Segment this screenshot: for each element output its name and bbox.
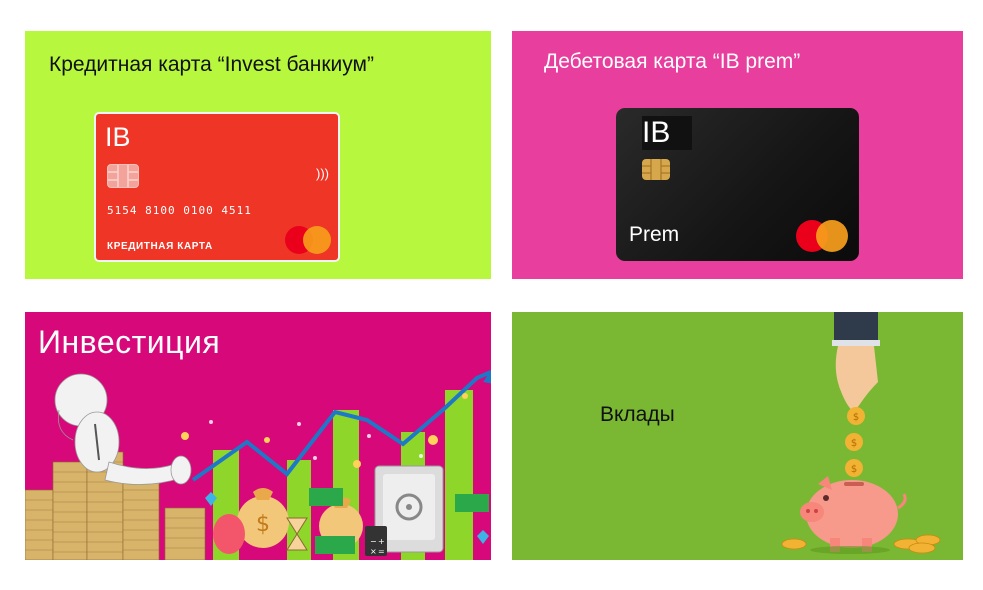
investment-tile[interactable]: $ − + × = Инвестиция bbox=[25, 312, 491, 560]
money-bag-icon: $ bbox=[237, 488, 289, 548]
diamond-icon bbox=[477, 530, 489, 544]
piggy-bank-icon bbox=[800, 476, 907, 552]
deposit-illustration: $ $ $ bbox=[781, 312, 941, 554]
cash-note-icon bbox=[455, 494, 489, 512]
sleeve bbox=[834, 312, 878, 342]
chip-icon bbox=[642, 159, 670, 180]
coin-icon: $ bbox=[845, 459, 863, 477]
svg-text:$: $ bbox=[853, 412, 859, 423]
cash-note-icon bbox=[309, 488, 343, 506]
cash-note-icon bbox=[315, 536, 355, 554]
card-tier-label: Prem bbox=[629, 223, 680, 246]
deposit-tile[interactable]: $ $ $ Вклады bbox=[512, 312, 963, 560]
debit-card-title: Дебетовая карта “IB prem” bbox=[544, 50, 801, 73]
coin-icon: $ bbox=[845, 433, 863, 451]
chip-icon bbox=[107, 164, 139, 188]
mastercard-logo-icon bbox=[285, 226, 331, 254]
svg-text:=: = bbox=[378, 547, 385, 556]
card-brand-logo: IB bbox=[642, 116, 693, 150]
hand-icon bbox=[835, 346, 878, 412]
credit-card-tile[interactable]: Кредитная карта “Invest банкиум” IB ))) … bbox=[25, 31, 491, 279]
calculator-icon: − + × = bbox=[365, 526, 387, 556]
svg-text:−: − bbox=[370, 537, 377, 546]
credit-card-image: IB ))) 5154 8100 0100 4511 КРЕДИТНАЯ КАР… bbox=[96, 114, 338, 260]
svg-text:$: $ bbox=[851, 464, 857, 475]
svg-text:$: $ bbox=[851, 438, 857, 449]
mastercard-logo-icon bbox=[796, 220, 848, 252]
debit-card-image: IB Prem bbox=[616, 108, 859, 261]
coin-icon: $ bbox=[847, 407, 865, 425]
svg-text:$: $ bbox=[256, 512, 270, 537]
deposit-title: Вклады bbox=[600, 403, 675, 426]
card-type-label: КРЕДИТНАЯ КАРТА bbox=[107, 241, 213, 252]
debit-card-tile[interactable]: Дебетовая карта “IB prem” IB Prem bbox=[512, 31, 963, 279]
investment-title: Инвестиция bbox=[38, 324, 221, 360]
credit-card-title: Кредитная карта “Invest банкиум” bbox=[49, 53, 374, 76]
card-brand-logo: IB bbox=[105, 122, 131, 152]
contactless-icon: ))) bbox=[316, 166, 329, 181]
svg-text:×: × bbox=[370, 547, 377, 556]
card-number: 5154 8100 0100 4511 bbox=[107, 204, 252, 217]
svg-text:+: + bbox=[378, 537, 385, 546]
